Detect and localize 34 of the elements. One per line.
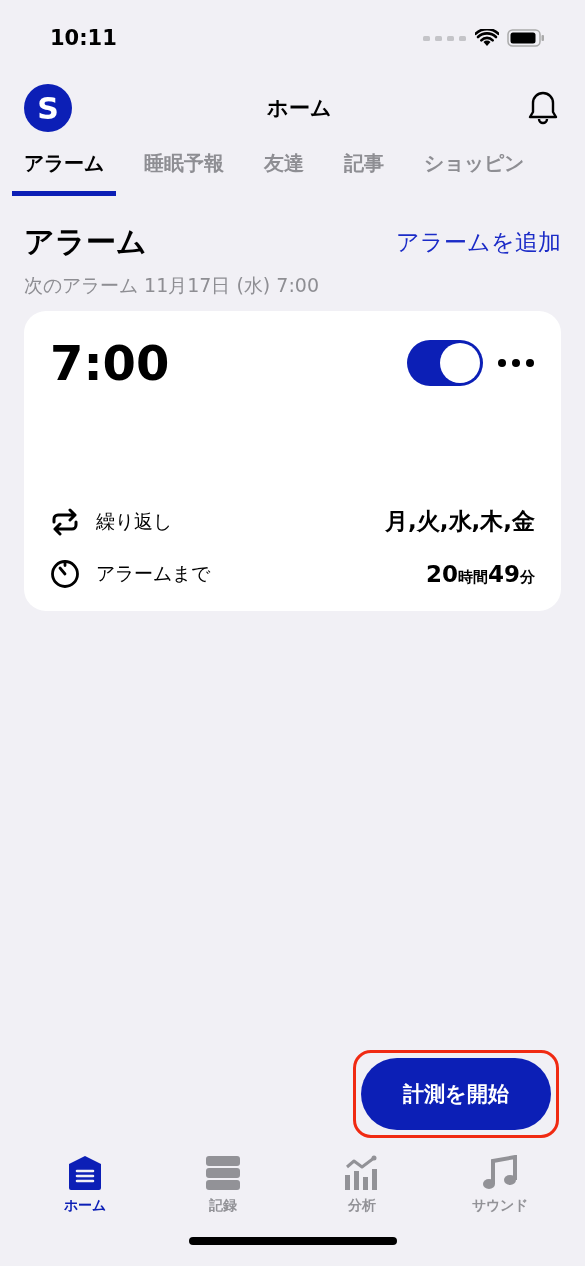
row-label: 繰り返し bbox=[96, 508, 173, 534]
row-label: アラームまで bbox=[96, 561, 211, 586]
tab[interactable]: アラーム bbox=[12, 144, 116, 196]
more-icon[interactable] bbox=[497, 358, 535, 368]
page-title: ホーム bbox=[267, 95, 332, 122]
bell-icon[interactable] bbox=[527, 90, 559, 126]
repeat-icon bbox=[50, 507, 80, 536]
alarm-card[interactable]: 7:00 繰り返し 月,火,水,木,金 アラームまで 20時間49分 bbox=[24, 311, 561, 611]
status-time: 10:11 bbox=[50, 26, 117, 50]
tab[interactable]: 記事 bbox=[332, 144, 396, 196]
alarm-toggle[interactable] bbox=[407, 340, 483, 386]
house-icon bbox=[67, 1155, 104, 1191]
music-note-icon bbox=[481, 1155, 518, 1191]
tab[interactable]: ショッピン bbox=[412, 144, 536, 196]
next-alarm-text: 次のアラーム 11月17日 (水) 7:00 bbox=[24, 273, 320, 298]
wifi-icon bbox=[475, 29, 499, 47]
signal-icon bbox=[423, 34, 467, 42]
tab-bar-item[interactable]: 分析 bbox=[301, 1154, 422, 1216]
row-value: 20時間49分 bbox=[425, 561, 535, 587]
list-icon bbox=[205, 1155, 242, 1191]
avatar[interactable]: S bbox=[24, 84, 72, 132]
tab-bar-item[interactable]: サウンド bbox=[439, 1154, 560, 1216]
tab-bar-item[interactable]: 記録 bbox=[163, 1154, 284, 1216]
chart-icon bbox=[343, 1155, 380, 1191]
alarm-time: 7:00 bbox=[50, 335, 170, 391]
battery-icon bbox=[507, 29, 545, 47]
start-button[interactable]: 計測を開始 bbox=[361, 1058, 551, 1130]
section-title: アラーム bbox=[24, 223, 147, 261]
row-value: 月,火,水,木,金 bbox=[385, 507, 535, 536]
tab[interactable]: 睡眠予報 bbox=[132, 144, 236, 196]
tab[interactable]: 友達 bbox=[252, 144, 316, 196]
tab-bar-item[interactable]: ホーム bbox=[25, 1154, 146, 1216]
add-alarm-link[interactable]: アラームを追加 bbox=[396, 227, 561, 258]
timer-icon bbox=[50, 559, 80, 589]
